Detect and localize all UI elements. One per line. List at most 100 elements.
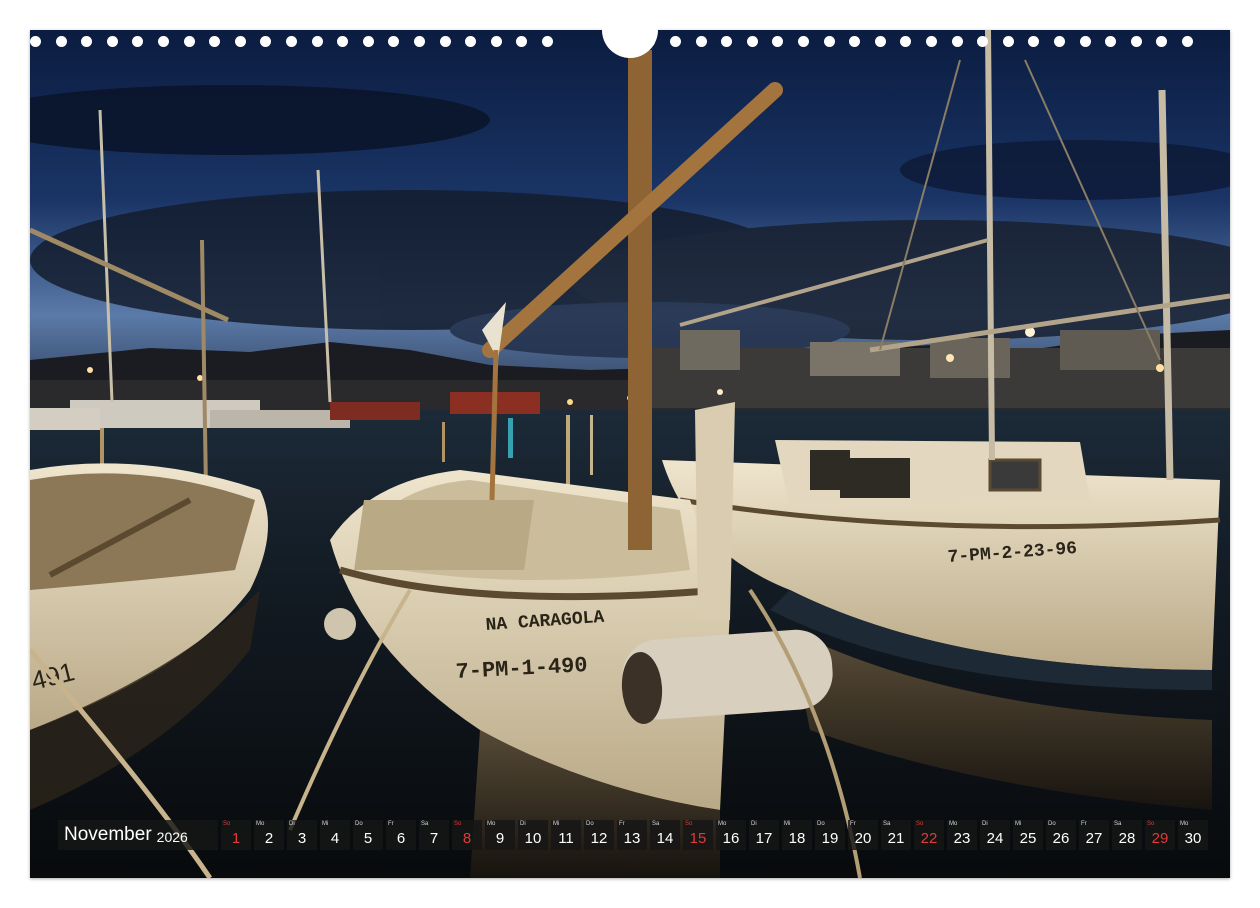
binding-hole [465,36,477,47]
calendar-day: Di 3 [287,820,317,850]
binding-hole [209,36,221,47]
calendar-day: Mo 16 [716,820,746,850]
binding-hole [55,36,67,47]
binding-hole [1002,36,1014,47]
binding-hole [106,36,118,47]
binding-hole [695,36,707,47]
binding-hole [81,36,93,47]
calendar-day: Sa 28 [1112,820,1142,850]
binding-hole [746,36,758,47]
calendar-day: So 8 [452,820,482,850]
binding-hole [542,36,553,47]
month-year: 2026 [156,828,188,845]
calendar-strip: November 2026 So 1 Mo 2 Di 3 Mi 4 Do 5 Fr 6 Sa 7 So 8 Mo… [58,820,1208,850]
day-number: 4 [330,830,340,847]
weekday-label: Di [751,821,757,827]
day-number: 29 [1151,830,1169,847]
binding-hole [1156,36,1168,47]
weekday-label: Sa [1114,821,1122,827]
binding-hole [260,36,272,47]
calendar-day: So 15 [683,820,713,850]
calendar-day: Fr 6 [386,820,416,850]
binding-hole [900,36,912,47]
binding-hole [670,36,681,47]
binding-hole [1054,36,1065,47]
weekday-label: Mi [784,821,791,827]
calendar-day: Do 26 [1046,820,1076,850]
weekday-label: Sa [652,821,660,827]
binding-hole [183,36,195,47]
weekday-label: So [916,821,924,827]
day-number: 5 [363,830,373,847]
day-number: 21 [887,830,905,847]
weekday-label: Do [586,821,594,827]
day-number: 19 [821,830,839,847]
day-number: 12 [590,830,608,847]
day-number: 15 [689,830,707,847]
weekday-label: Mo [949,821,958,827]
binding-hole [951,36,963,47]
calendar-day: Do 5 [353,820,383,850]
day-number: 28 [1118,830,1136,847]
day-number: 16 [722,830,740,847]
binding-hole [234,36,246,47]
binding-hole [977,36,989,47]
day-number: 27 [1085,830,1103,847]
binding-hole [158,36,169,47]
binding-hole [772,36,784,47]
weekday-label: Mi [322,821,329,827]
weekday-label: So [454,821,462,827]
weekday-label: Sa [421,821,429,827]
calendar-day: Di 17 [749,820,779,850]
weekday-label: Fr [1081,821,1087,827]
day-number: 11 [558,830,574,847]
calendar-day: Mo 9 [485,820,515,850]
binding-hole [490,36,502,47]
binding-hole [1105,36,1117,47]
calendar-day: Mi 11 [551,820,581,850]
day-number: 22 [920,830,938,847]
calendar-day: Fr 20 [848,820,878,850]
day-number: 25 [1019,830,1037,847]
day-number: 30 [1184,830,1202,847]
weekday-label: Mo [487,821,496,827]
binding-hole [1182,36,1193,47]
calendar-day: Di 10 [518,820,548,850]
calendar-day: Sa 14 [650,820,680,850]
weekday-label: Mo [256,821,265,827]
calendar-day: Mi 18 [782,820,812,850]
day-number: 10 [524,830,542,847]
calendar-day: So 22 [914,820,944,850]
day-number: 3 [297,830,307,847]
calendar-day: Di 24 [980,820,1010,850]
binding-hole [516,36,528,47]
binding-hole [30,36,41,47]
day-number: 8 [462,830,472,847]
calendar-day: Mo 30 [1178,820,1208,850]
binding-hole [388,36,400,47]
binding-hole [132,36,144,47]
day-number: 14 [656,830,674,847]
weekday-label: Do [355,821,363,827]
weekday-label: Do [1048,821,1056,827]
weekday-label: Do [817,821,825,827]
binding-hole [311,36,323,47]
binding-hole [337,36,349,47]
calendar-day: Mi 25 [1013,820,1043,850]
weekday-label: Fr [388,821,394,827]
harbor-night-photo: 491 7-PM-2-23-96 NA CARAGOLA 7-PM-1-490 [30,30,1230,878]
calendar-day: So 29 [1145,820,1175,850]
calendar-day: Sa 7 [419,820,449,850]
calendar-day: Sa 21 [881,820,911,850]
weekday-label: Di [289,821,295,827]
binding-hole [362,36,374,47]
weekday-label: Di [520,821,526,827]
day-number: 7 [429,830,439,847]
day-number: 6 [396,830,406,847]
calendar-day: Mi 4 [320,820,350,850]
weekday-label: Mo [1180,821,1189,827]
weekday-label: So [685,821,693,827]
weekday-label: Mo [718,821,727,827]
day-number: 9 [495,830,505,847]
binding-hole [414,36,425,47]
